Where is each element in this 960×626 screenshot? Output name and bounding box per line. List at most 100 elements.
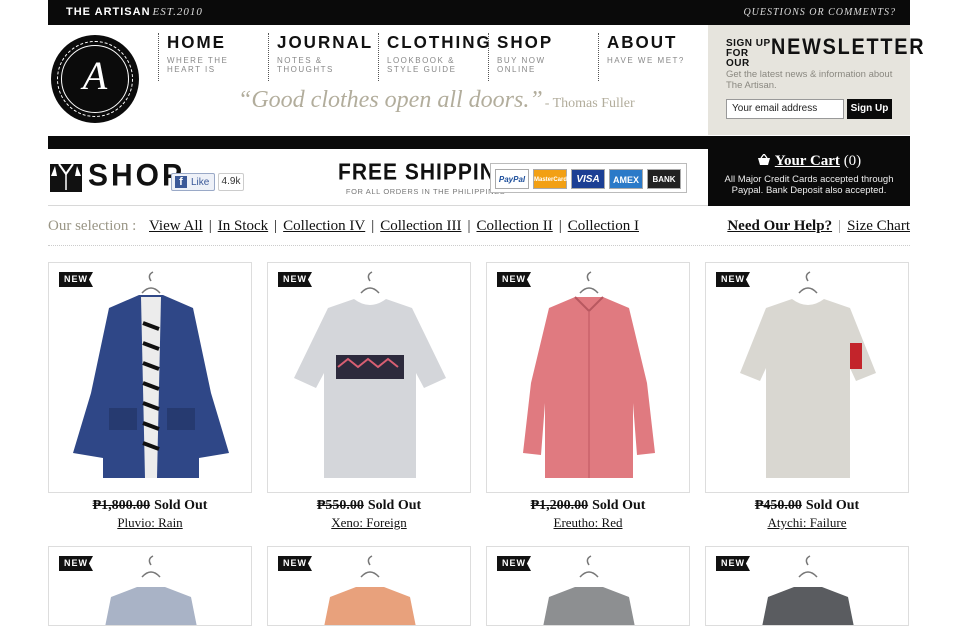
nav-shop-sub: BUY NOW ONLINE — [497, 56, 546, 74]
size-chart-link[interactable]: Size Chart — [847, 218, 910, 234]
separator: | — [558, 218, 562, 234]
old-price: ₱550.00 — [316, 498, 364, 513]
cart-label: Your Cart — [774, 153, 840, 169]
newsletter-big: NEWSLETTER — [771, 34, 926, 59]
newsletter-small: SIGN UP FOR OUR — [726, 38, 771, 69]
facebook-like-button[interactable]: f Like — [171, 173, 215, 191]
old-price: ₱450.00 — [754, 498, 802, 513]
product-name-link[interactable]: Atychi: Failure — [705, 515, 909, 531]
nav-home-sub: WHERE THE HEART IS — [167, 56, 229, 74]
product-card[interactable]: NEW — [705, 262, 909, 493]
brand-text: THE ARTISAN — [66, 6, 151, 18]
nav-journal-title: JOURNAL — [277, 32, 374, 53]
questions-link[interactable]: QUESTIONS OR COMMENTS? — [743, 7, 896, 18]
newsletter-signup-button[interactable]: Sign Up — [847, 99, 892, 119]
quote-author: - Thomas Fuller — [544, 96, 635, 111]
new-badge: NEW — [278, 272, 312, 287]
new-badge: NEW — [59, 272, 93, 287]
bank-icon: BANK — [647, 169, 681, 189]
logo-monogram: A — [82, 53, 108, 98]
separator: | — [838, 218, 842, 234]
black-band — [48, 136, 910, 149]
cart-count: (0) — [843, 153, 862, 169]
nav-clothing-title: CLOTHING — [387, 32, 492, 53]
filter-in-stock[interactable]: In Stock — [218, 218, 268, 234]
nav-about[interactable]: ABOUT HAVE WE MET? — [598, 33, 689, 81]
filter-collection-i[interactable]: Collection I — [568, 218, 639, 234]
free-shipping-title: FREE SHIPPING — [338, 159, 514, 186]
cart-panel: Your Cart (0) All Major Credit Cards acc… — [708, 149, 910, 206]
mastercard-icon: MasterCard — [533, 169, 567, 189]
product-price: ₱550.00 Sold Out — [267, 498, 471, 514]
brand-est: EST.2010 — [152, 6, 203, 18]
product-name-link[interactable]: Pluvio: Rain — [48, 515, 252, 531]
product-image-grey-tshirt — [740, 271, 876, 478]
shirt-icon — [50, 163, 82, 192]
selection-bar: Our selection : View All | In Stock | Collec… — [48, 218, 910, 242]
product-card[interactable]: NEW — [267, 546, 471, 626]
new-badge: NEW — [497, 272, 531, 287]
new-badge: NEW — [497, 556, 531, 571]
nav-about-title: ABOUT — [607, 32, 678, 53]
separator: | — [371, 218, 375, 234]
new-badge: NEW — [278, 556, 312, 571]
brand-name[interactable]: THE ARTISAN EST.2010 — [66, 6, 203, 18]
quote-text: “Good clothes open all doors.” — [238, 87, 543, 113]
newsletter-email-input[interactable]: Your email address — [726, 99, 844, 119]
nav-clothing-sub: LOOKBOOK & STYLE GUIDE — [387, 56, 457, 74]
new-badge: NEW — [716, 272, 750, 287]
product-image-red-shirt — [523, 271, 655, 478]
nav-home-title: HOME — [167, 32, 226, 53]
nav-journal-sub: NOTES & THOUGHTS — [277, 56, 334, 74]
page: THE ARTISAN EST.2010 QUESTIONS OR COMMENT… — [48, 0, 924, 626]
facebook-icon: f — [175, 176, 187, 188]
separator: | — [467, 218, 471, 234]
help-links: Need Our Help? | Size Chart — [727, 218, 910, 235]
newsletter-panel: SIGN UP FOR OUR NEWSLETTER Get the lates… — [708, 25, 924, 135]
product-name-link[interactable]: Ereutho: Red — [486, 515, 690, 531]
nav-shop[interactable]: SHOP BUY NOW ONLINE — [488, 33, 579, 81]
facebook-like-label: Like — [191, 177, 210, 188]
product-image-jacket — [73, 271, 229, 478]
old-price: ₱1,800.00 — [92, 498, 151, 513]
filter-collection-iv[interactable]: Collection IV — [283, 218, 365, 234]
visa-icon: VISA — [571, 169, 605, 189]
stock-status: Sold Out — [805, 498, 860, 513]
nav-about-sub: HAVE WE MET? — [607, 56, 685, 65]
filter-collection-ii[interactable]: Collection II — [476, 218, 552, 234]
selection-links: View All | In Stock | Collection IV | Collecti… — [149, 218, 639, 235]
facebook-like-count: 4.9k — [218, 173, 244, 191]
product-card[interactable]: NEW — [267, 262, 471, 493]
amex-icon: AMEX — [609, 169, 643, 189]
cart-link[interactable]: Your Cart (0) — [708, 152, 910, 170]
product-card[interactable]: NEW — [48, 546, 252, 626]
product-card[interactable]: NEW — [486, 262, 690, 493]
filter-view-all[interactable]: View All — [149, 218, 203, 234]
separator: | — [274, 218, 278, 234]
stock-status: Sold Out — [154, 498, 208, 513]
product-image-tshirt — [294, 271, 446, 478]
stock-status: Sold Out — [592, 498, 646, 513]
old-price: ₱1,200.00 — [530, 498, 589, 513]
product-name-link[interactable]: Xeno: Foreign — [267, 515, 471, 531]
product-card[interactable]: NEW — [486, 546, 690, 626]
nav-clothing[interactable]: CLOTHING LOOKBOOK & STYLE GUIDE — [378, 33, 492, 81]
newsletter-desc: Get the latest news & information about … — [726, 69, 893, 91]
cart-note: All Major Credit Cards accepted through … — [724, 174, 894, 196]
payment-methods: PayPal MasterCard VISA AMEX BANK — [490, 163, 687, 193]
nav-home[interactable]: HOME WHERE THE HEART IS — [158, 33, 249, 81]
new-badge: NEW — [59, 556, 93, 571]
product-price: ₱450.00 Sold Out — [705, 498, 909, 514]
product-price: ₱1,200.00 Sold Out — [486, 498, 690, 514]
logo[interactable]: A — [51, 35, 139, 123]
need-help-link[interactable]: Need Our Help? — [727, 218, 832, 234]
product-card[interactable]: NEW — [48, 262, 252, 493]
product-card[interactable]: NEW — [705, 546, 909, 626]
selection-label: Our selection : — [48, 218, 137, 234]
stock-status: Sold Out — [367, 498, 422, 513]
nav-journal[interactable]: JOURNAL NOTES & THOUGHTS — [268, 33, 373, 81]
product-price: ₱1,800.00 Sold Out — [48, 498, 252, 514]
filter-collection-iii[interactable]: Collection III — [380, 218, 461, 234]
free-shipping-sub: FOR ALL ORDERS IN THE PHILIPPINES — [345, 187, 506, 196]
basket-icon — [757, 152, 770, 165]
